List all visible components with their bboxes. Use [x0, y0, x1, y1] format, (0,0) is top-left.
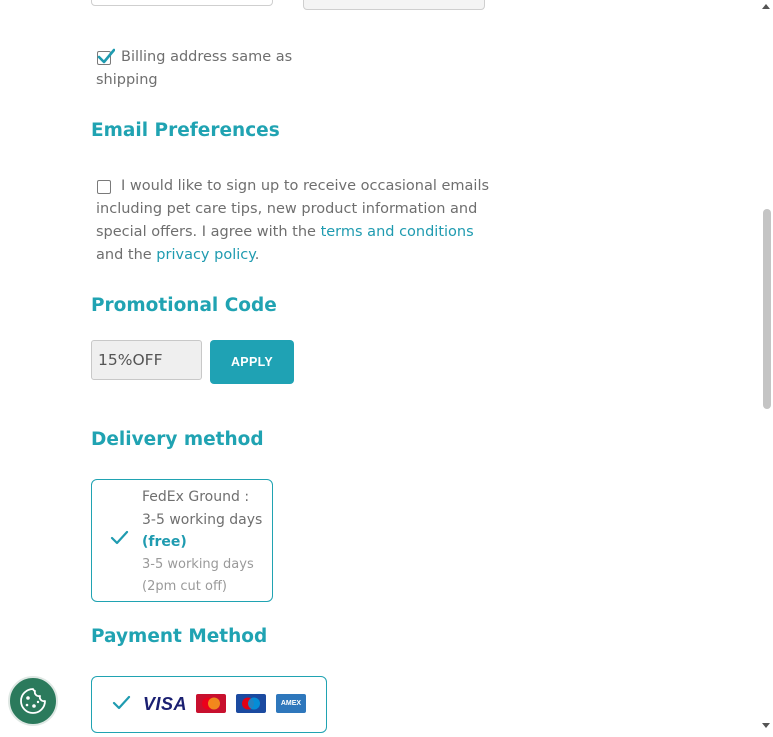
scrollbar-thumb[interactable]	[763, 209, 771, 409]
terms-link[interactable]: terms and conditions	[321, 224, 474, 240]
checkmark-icon	[110, 530, 129, 545]
email-signup-text-middle: and the	[96, 247, 157, 263]
maestro-logo	[236, 694, 266, 713]
mastercard-logo	[196, 694, 226, 713]
mastercard-circles-icon	[202, 697, 220, 710]
payment-method-heading: Payment Method	[91, 626, 268, 647]
payment-option-card[interactable]: VISA AMEX	[91, 676, 327, 733]
scroll-up-arrow-icon[interactable]	[761, 2, 771, 10]
page-scrollbar[interactable]	[759, 0, 773, 737]
delivery-option-name: FedEx Ground : 3-5 working days	[142, 489, 263, 528]
delivery-method-heading: Delivery method	[91, 429, 264, 450]
billing-same-label: Billing address same as shipping	[96, 49, 293, 88]
maestro-circles-icon	[242, 697, 260, 710]
cookie-icon	[20, 688, 46, 714]
privacy-link[interactable]: privacy policy	[156, 247, 254, 263]
delivery-option-description: 3-5 working days (2pm cut off)	[142, 557, 254, 594]
visa-logo: VISA	[143, 694, 188, 714]
delivery-option-price: (free)	[142, 534, 187, 550]
cookie-settings-button[interactable]	[8, 676, 58, 726]
scroll-down-arrow-icon[interactable]	[761, 722, 771, 730]
amex-logo: AMEX	[276, 694, 306, 713]
email-preferences-heading: Email Preferences	[91, 120, 280, 141]
address-select-partial[interactable]	[303, 0, 485, 10]
promo-code-heading: Promotional Code	[91, 295, 277, 316]
email-signup-label: I would like to sign up to receive occas…	[96, 175, 491, 267]
delivery-option-fedex[interactable]: FedEx Ground : 3-5 working days (free) 3…	[91, 479, 273, 602]
checkmark-icon	[112, 695, 131, 710]
promo-code-input[interactable]	[91, 340, 202, 380]
email-signup-text-end: .	[254, 247, 260, 263]
checkout-page: Billing address same as shipping Email P…	[0, 0, 773, 737]
apply-button[interactable]: APPLY	[210, 340, 294, 384]
address-input-partial[interactable]	[91, 0, 273, 6]
